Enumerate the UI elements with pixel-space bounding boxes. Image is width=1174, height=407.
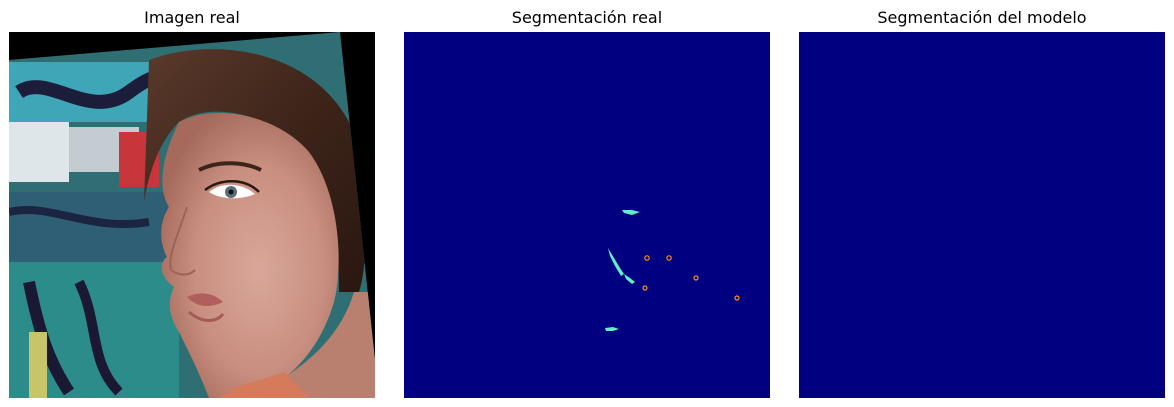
- model-segmentation-panel: [799, 32, 1165, 398]
- panel-title-real-image: Imagen real: [144, 8, 240, 27]
- segmentation-mask: [404, 32, 770, 398]
- face-photo: [9, 32, 375, 398]
- real-segmentation-panel: [404, 32, 770, 398]
- panel-title-real-segmentation: Segmentación real: [511, 8, 663, 27]
- model-segmentation-mask: [799, 32, 1165, 398]
- real-image-panel: [9, 32, 375, 398]
- panel-title-model-segmentation: Segmentación del modelo: [877, 8, 1087, 27]
